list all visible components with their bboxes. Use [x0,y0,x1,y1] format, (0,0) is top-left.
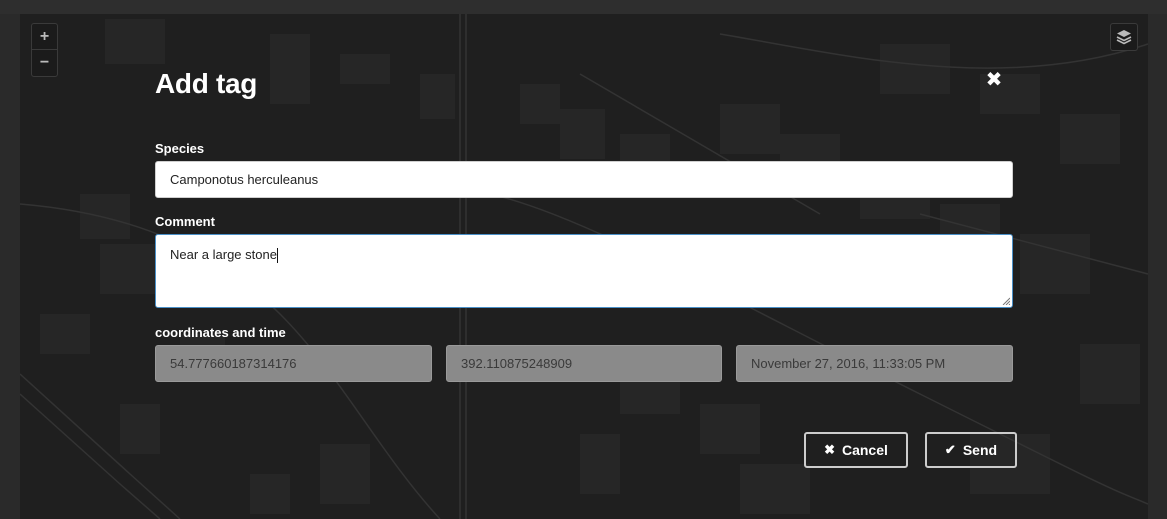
comment-label: Comment [155,214,215,229]
longitude-value: 392.110875248909 [461,356,573,371]
comment-value: Near a large stone [170,247,277,262]
species-input[interactable]: Camponotus herculeanus [155,161,1013,198]
times-icon: ✖ [824,442,835,457]
time-field: November 27, 2016, 11:33:05 PM [736,345,1013,382]
dialog-title: Add tag [155,68,258,99]
zoom-control: + − [31,23,58,77]
send-button-label: Send [962,442,998,458]
zoom-in-button[interactable]: + [32,24,57,50]
coordinates-label: coordinates and time [155,325,286,340]
species-value: Camponotus herculeanus [170,172,319,187]
layers-button[interactable] [1110,23,1138,51]
cancel-button[interactable]: ✖ Cancel [804,432,908,468]
layers-icon [1116,30,1132,45]
close-icon[interactable]: ✖ [983,68,1005,91]
latitude-value: 54.777660187314176 [170,356,297,371]
comment-textarea[interactable]: Near a large stone [155,234,1013,308]
time-value: November 27, 2016, 11:33:05 PM [751,356,946,371]
page: + − Add tag ✖ Species Camponotus hercule… [0,0,1167,519]
cancel-button-label: Cancel [841,442,888,458]
top-strip [0,0,1167,14]
check-icon: ✔ [944,442,956,457]
resize-grip-icon[interactable] [1002,297,1010,305]
zoom-out-button[interactable]: − [32,50,57,76]
longitude-field: 392.110875248909 [446,345,722,382]
send-button[interactable]: ✔ Send [925,432,1017,468]
species-label: Species [155,141,205,156]
add-tag-dialog: Add tag ✖ Species Camponotus herculeanus… [140,50,1030,480]
latitude-field: 54.777660187314176 [155,345,432,382]
text-caret [276,248,278,264]
